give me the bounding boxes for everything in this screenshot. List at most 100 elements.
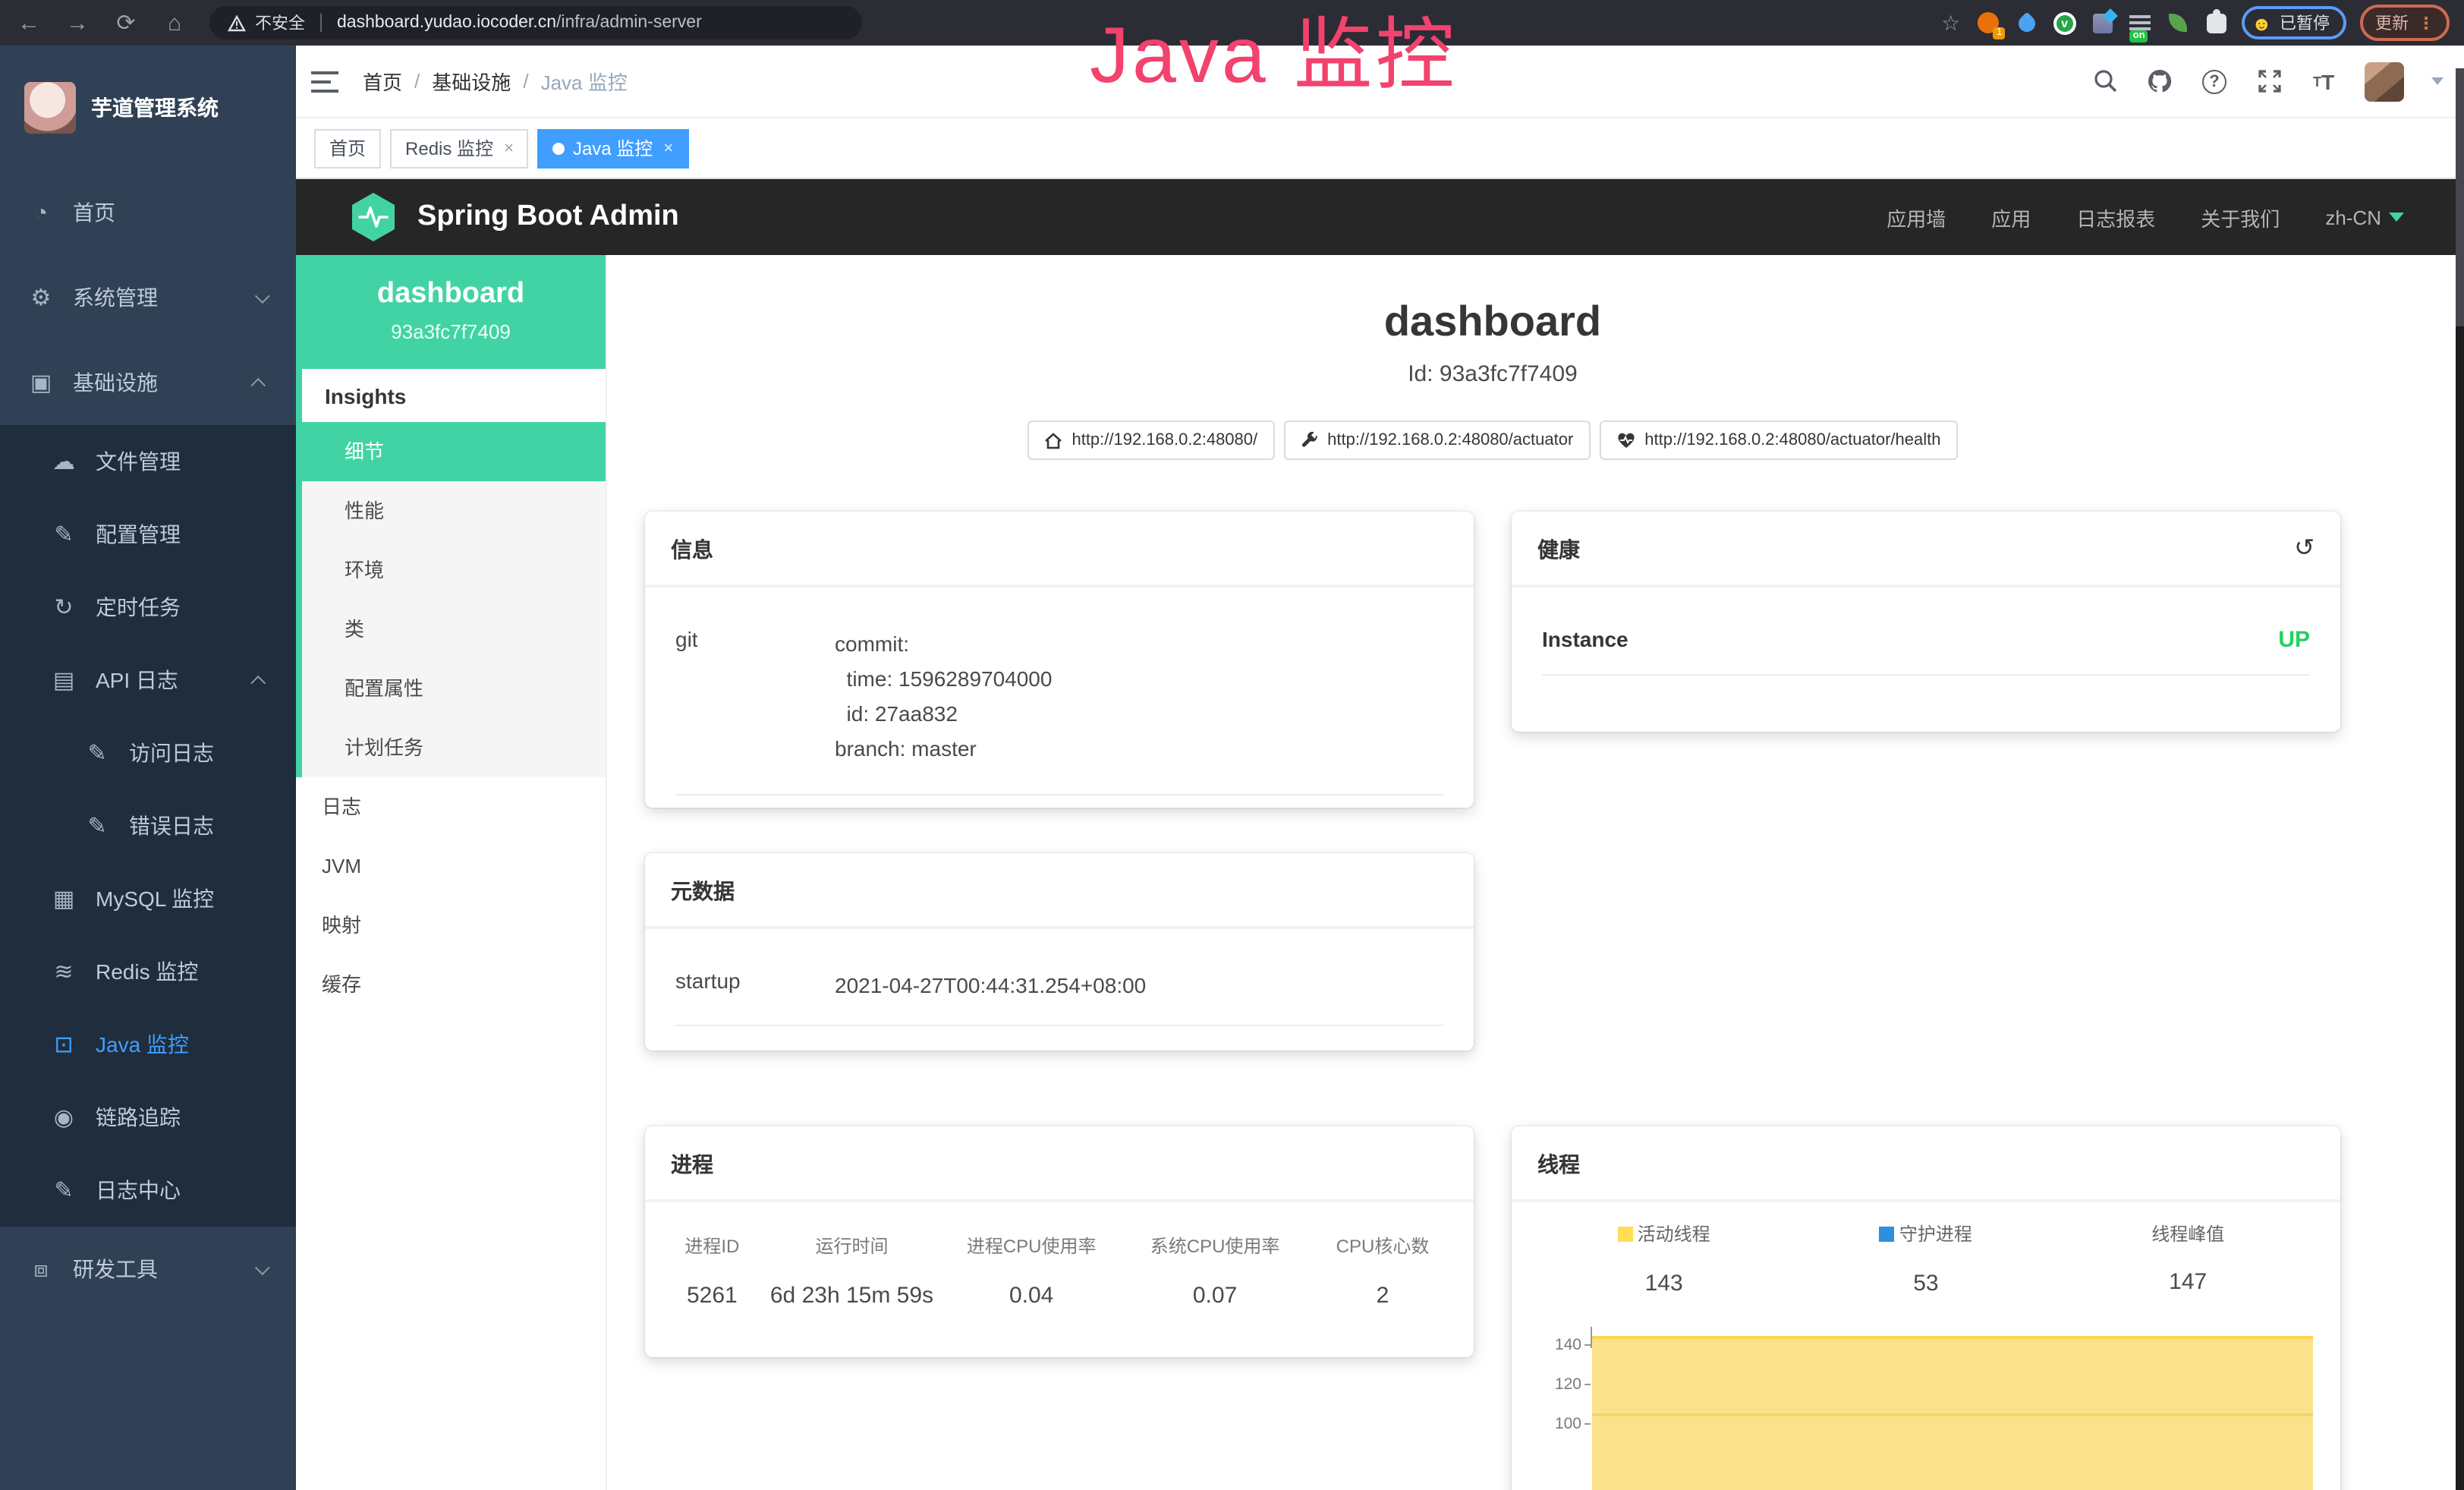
sba-nav-wallboard[interactable]: 应用墙: [1887, 203, 1946, 232]
extension-leaf-icon[interactable]: [2167, 11, 2191, 35]
sba-item-metrics[interactable]: 性能: [302, 481, 606, 540]
sba-nav-applications[interactable]: 应用: [1991, 203, 2031, 232]
sidebar-item-system-management[interactable]: ⚙系统管理: [0, 255, 296, 340]
sidebar-item-log-center[interactable]: ✎日志中心: [0, 1154, 296, 1227]
browser-refresh-icon[interactable]: ⟳: [112, 11, 140, 34]
tag-redis-monitor[interactable]: Redis 监控×: [390, 128, 529, 168]
browser-forward-icon[interactable]: →: [64, 11, 91, 34]
help-icon[interactable]: ?: [2201, 68, 2228, 95]
info-card: 信息 git commit: time: 1596289704000 id: 2…: [645, 512, 1474, 808]
briefcase-icon: ⧈: [27, 1256, 55, 1282]
url-text[interactable]: dashboard.yudao.iocoder.cn/infra/admin-s…: [337, 14, 702, 32]
github-icon[interactable]: [2146, 68, 2173, 95]
sidebar-item-java-monitor[interactable]: ⊡Java 监控: [0, 1008, 296, 1081]
profile-status-label: 已暂停: [2280, 11, 2330, 35]
fullscreen-icon[interactable]: [2255, 68, 2283, 95]
browser-update-button[interactable]: 更新 ⋮: [2360, 5, 2450, 41]
sba-item-environment[interactable]: 环境: [302, 540, 606, 600]
health-status-badge: UP: [2278, 627, 2310, 653]
sba-locale-select[interactable]: zh-CN: [2325, 206, 2404, 228]
tag-java-monitor[interactable]: Java 监控×: [538, 128, 688, 168]
scrollbar-thumb[interactable]: [2456, 68, 2464, 326]
extension-list-icon[interactable]: on: [2129, 11, 2153, 35]
sidebar-item-infrastructure[interactable]: ▣基础设施: [0, 340, 296, 425]
timer-icon: ↻: [50, 594, 77, 621]
history-icon[interactable]: ↺: [2294, 537, 2315, 562]
sba-item-classes[interactable]: 类: [302, 600, 606, 659]
peak-threads-value: 147: [2057, 1269, 2319, 1295]
heartbeat-icon: [1616, 431, 1635, 449]
sidebar-item-redis-monitor[interactable]: ≋Redis 监控: [0, 935, 296, 1008]
chart-y-axis: 140 120 100: [1533, 1323, 1591, 1490]
avatar-caret-icon[interactable]: [2431, 77, 2444, 85]
extension-grid-icon[interactable]: [2091, 11, 2115, 35]
sidebar-item-mysql-monitor[interactable]: ▦MySQL 监控: [0, 862, 296, 935]
chevron-down-icon: [255, 288, 270, 303]
search-icon[interactable]: [2091, 68, 2119, 95]
breadcrumb-home[interactable]: 首页: [363, 67, 402, 96]
sba-brand[interactable]: Spring Boot Admin: [348, 191, 679, 243]
extension-y-icon[interactable]: v: [2053, 11, 2077, 35]
browser-home-icon[interactable]: ⌂: [161, 11, 188, 34]
sba-item-caches[interactable]: 缓存: [296, 955, 606, 1014]
user-avatar[interactable]: [2365, 61, 2404, 101]
app-main: 首页 / 基础设施 / Java 监控 ? TT 首页: [296, 46, 2464, 1490]
sidebar-item-scheduled-tasks[interactable]: ↻定时任务: [0, 571, 296, 644]
sidebar-item-config-management[interactable]: ✎配置管理: [0, 498, 296, 571]
edit-note-icon: ✎: [83, 812, 111, 840]
instance-links: http://192.168.0.2:48080/ http://192.168…: [645, 421, 2340, 460]
sba-item-mappings[interactable]: 映射: [296, 896, 606, 955]
close-icon[interactable]: ×: [663, 139, 673, 157]
page-scrollbar[interactable]: [2456, 68, 2464, 1490]
security-warning-icon[interactable]: [228, 14, 246, 31]
sba-item-details[interactable]: 细节: [302, 422, 606, 481]
sba-item-jvm[interactable]: JVM: [296, 836, 606, 896]
viewport: ← → ⟳ ⌂ 不安全 dashboard.yudao.iocoder.cn/i…: [0, 0, 2464, 1490]
update-label: 更新: [2375, 11, 2409, 35]
tag-home[interactable]: 首页: [314, 128, 381, 168]
extension-orange-icon[interactable]: 1: [1977, 11, 2001, 35]
sidebar-item-dev-tools[interactable]: ⧈研发工具: [0, 1227, 296, 1312]
security-label[interactable]: 不安全: [255, 11, 305, 35]
wrench-icon: [1300, 431, 1318, 449]
extension-pin-icon[interactable]: [2015, 11, 2039, 35]
address-bar[interactable]: 不安全 dashboard.yudao.iocoder.cn/infra/adm…: [209, 6, 862, 39]
screen: ← → ⟳ ⌂ 不安全 dashboard.yudao.iocoder.cn/i…: [0, 0, 2464, 1490]
actuator-url-button[interactable]: http://192.168.0.2:48080/actuator: [1283, 421, 1590, 460]
sidebar-item-trace[interactable]: ◉链路追踪: [0, 1081, 296, 1154]
service-url-button[interactable]: http://192.168.0.2:48080/: [1027, 421, 1274, 460]
sidebar-item-error-logs[interactable]: ✎错误日志: [0, 789, 296, 862]
process-header-uptime: 运行时间: [764, 1233, 939, 1258]
sba-nav-journal[interactable]: 日志报表: [2076, 203, 2155, 232]
browser-profile-chip[interactable]: ☻ 已暂停: [2242, 6, 2346, 39]
metadata-key: startup: [675, 969, 835, 1003]
sba-instance-header[interactable]: dashboard 93a3fc7f7409: [296, 255, 606, 369]
sidebar-item-access-logs[interactable]: ✎访问日志: [0, 717, 296, 789]
font-size-icon[interactable]: TT: [2310, 68, 2337, 95]
y-tick-120: 120: [1555, 1375, 1581, 1393]
sba-nav-about[interactable]: 关于我们: [2201, 203, 2280, 232]
tags-view: 首页 Redis 监控× Java 监控×: [296, 118, 2464, 179]
sba-item-logs[interactable]: 日志: [296, 777, 606, 836]
extensions-puzzle-icon[interactable]: [2204, 11, 2229, 35]
process-table: 进程ID5261 运行时间6d 23h 15m 59s 进程CPU使用率0.04…: [660, 1211, 1459, 1324]
hamburger-icon[interactable]: [311, 71, 338, 92]
sba-content: dashboard Id: 93a3fc7f7409 http://192.16…: [607, 255, 2464, 1490]
browser-back-icon[interactable]: ←: [15, 11, 42, 34]
bookmark-star-icon[interactable]: ☆: [1939, 11, 1963, 35]
browser-menu-dots-icon[interactable]: ⋮: [2418, 13, 2434, 33]
health-url-button[interactable]: http://192.168.0.2:48080/actuator/health: [1599, 421, 1957, 460]
breadcrumb-infrastructure[interactable]: 基础设施: [432, 67, 511, 96]
sba-item-config-props[interactable]: 配置属性: [302, 659, 606, 718]
sidebar-item-home[interactable]: ◔首页: [0, 170, 296, 255]
sidebar-item-file-management[interactable]: ☁文件管理: [0, 425, 296, 498]
sba-item-scheduled-tasks[interactable]: 计划任务: [302, 718, 606, 777]
threads-chart: 140 120 100: [1533, 1323, 2319, 1490]
close-icon[interactable]: ×: [504, 139, 514, 157]
browser-toolbar: ← → ⟳ ⌂ 不安全 dashboard.yudao.iocoder.cn/i…: [0, 0, 2464, 46]
extension-badge: 1: [1994, 27, 2006, 39]
process-header-process-cpu: 进程CPU使用率: [939, 1233, 1123, 1258]
edit-note-icon: ✎: [83, 739, 111, 767]
process-header-pid: 进程ID: [660, 1233, 764, 1258]
sidebar-item-api-logs[interactable]: ▤API 日志: [0, 644, 296, 717]
